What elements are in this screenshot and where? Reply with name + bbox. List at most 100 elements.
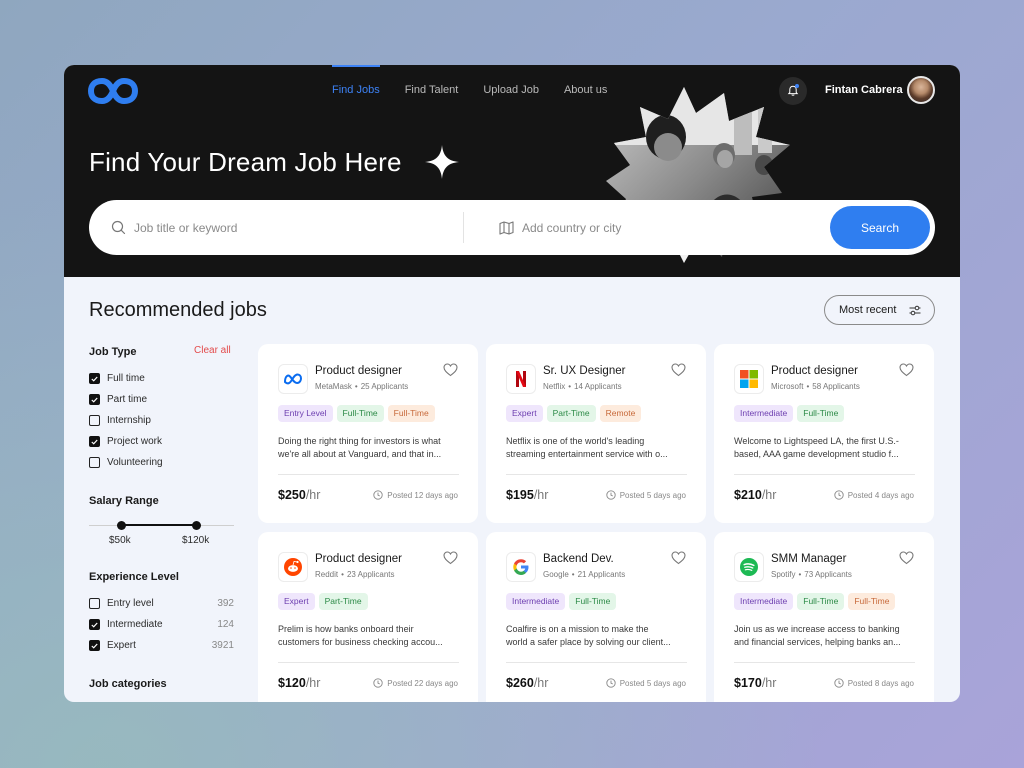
card-divider: [506, 474, 687, 475]
checkbox-unchecked[interactable]: [89, 457, 100, 468]
checkbox-checked[interactable]: [89, 394, 100, 405]
slider-max-handle[interactable]: [192, 521, 201, 530]
job-title[interactable]: Backend Dev.: [543, 553, 614, 565]
salary-range-slider[interactable]: $50k $120k: [89, 521, 234, 551]
job-rate: $260/hr: [506, 676, 549, 690]
filter-label: Internship: [107, 415, 151, 426]
company-logo: [734, 552, 764, 582]
salary-range-heading: Salary Range: [89, 495, 159, 507]
filter-entry-level[interactable]: Entry level 392: [89, 598, 234, 609]
job-card[interactable]: Product designer Microsoft • 58 Applicants…: [714, 344, 934, 523]
company-logo: [506, 552, 536, 582]
heart-icon[interactable]: [443, 363, 458, 377]
job-title[interactable]: Product designer: [771, 365, 858, 377]
experience-level-heading: Experience Level: [89, 571, 179, 583]
card-divider: [278, 662, 459, 663]
clock-icon: [373, 678, 383, 688]
job-description: Join us as we increase access to banking…: [734, 624, 901, 647]
applicants-count: 23 Applicants: [346, 570, 395, 579]
checkbox-unchecked[interactable]: [89, 415, 100, 426]
clear-all-link[interactable]: Clear all: [194, 345, 231, 356]
checkbox-checked[interactable]: [89, 373, 100, 384]
hero-header: Find Jobs Find Talent Upload Job About u…: [64, 65, 960, 277]
job-tags: Intermediate Full-Time Full-Time: [734, 593, 899, 610]
filter-expert[interactable]: Expert 3921: [89, 640, 234, 651]
job-description: Doing the right thing for investors is w…: [278, 436, 442, 459]
job-type-heading: Job Type: [89, 346, 137, 358]
nav-upload-job[interactable]: Upload Job: [483, 65, 539, 115]
heart-icon[interactable]: [899, 363, 914, 377]
filter-label: Part time: [107, 394, 148, 405]
heart-icon[interactable]: [671, 551, 686, 565]
tag-badge: Full-Time: [387, 405, 435, 422]
job-meta: Spotify • 73 Applicants: [771, 570, 852, 579]
job-title[interactable]: Product designer: [315, 553, 402, 565]
heart-icon[interactable]: [899, 551, 914, 565]
filter-label: Expert: [107, 640, 136, 651]
search-icon: [111, 220, 126, 235]
company-logo: [278, 364, 308, 394]
posted-time: Posted 5 days ago: [606, 490, 686, 500]
company-name: Google: [543, 570, 569, 579]
user-name[interactable]: Fintan Cabrera: [825, 84, 903, 96]
checkbox-checked[interactable]: [89, 640, 100, 651]
company-name: Netflix: [543, 382, 566, 391]
filter-label: Volunteering: [107, 457, 163, 468]
checkbox-checked[interactable]: [89, 436, 100, 447]
filter-sliders-icon: [909, 305, 921, 316]
job-title[interactable]: Product designer: [315, 365, 402, 377]
applicants-count: 21 Applicants: [577, 570, 626, 579]
main-nav: Find Jobs Find Talent Upload Job About u…: [332, 65, 632, 115]
checkbox-checked[interactable]: [89, 619, 100, 630]
company-logo: [506, 364, 536, 394]
job-card[interactable]: SMM Manager Spotify • 73 Applicants Interm…: [714, 532, 934, 702]
applicants-count: 73 Applicants: [804, 570, 852, 579]
google-logo-icon: [513, 559, 529, 575]
filter-full-time[interactable]: Full time: [89, 373, 234, 384]
sort-dropdown[interactable]: Most recent: [824, 295, 935, 325]
salary-max-label: $120k: [182, 535, 210, 546]
filter-project-work[interactable]: Project work: [89, 436, 234, 447]
job-card[interactable]: Product designer Reddit • 23 Applicants Ex…: [258, 532, 478, 702]
slider-range-fill: [121, 524, 196, 526]
reddit-logo-icon: [284, 558, 302, 576]
heart-icon[interactable]: [443, 551, 458, 565]
tag-badge: Intermediate: [734, 593, 794, 610]
tag-badge: Entry Level: [278, 405, 333, 422]
job-card[interactable]: Backend Dev. Google • 21 Applicants Interm…: [486, 532, 706, 702]
slider-min-handle[interactable]: [117, 521, 126, 530]
keyword-search-input[interactable]: Job title or keyword: [111, 200, 451, 255]
tag-badge: Full-Time: [797, 405, 845, 422]
location-search-input[interactable]: Add country or city: [499, 200, 799, 255]
job-description: Welcome to Lightspeed LA, the first U.S.…: [734, 436, 899, 459]
filter-part-time[interactable]: Part time: [89, 394, 234, 405]
infinity-logo-icon[interactable]: [88, 77, 138, 105]
heart-icon[interactable]: [671, 363, 686, 377]
search-button[interactable]: Search: [830, 206, 930, 249]
job-card[interactable]: Product designer MetaMask • 25 Applicants …: [258, 344, 478, 523]
nav-find-talent[interactable]: Find Talent: [405, 65, 459, 115]
job-tags: Expert Part-Time Remote: [506, 405, 645, 422]
applicants-count: 14 Applicants: [574, 382, 622, 391]
nav-find-jobs[interactable]: Find Jobs: [332, 65, 380, 115]
job-title[interactable]: Sr. UX Designer: [543, 365, 625, 377]
filter-volunteering[interactable]: Volunteering: [89, 457, 234, 468]
company-name: Microsoft: [771, 382, 804, 391]
avatar[interactable]: [907, 76, 935, 104]
sparkle-icon: [425, 145, 459, 179]
posted-time: Posted 4 days ago: [834, 490, 914, 500]
job-meta: Reddit • 23 Applicants: [315, 570, 395, 579]
checkbox-unchecked[interactable]: [89, 598, 100, 609]
job-meta: Netflix • 14 Applicants: [543, 382, 622, 391]
nav-about-us[interactable]: About us: [564, 65, 607, 115]
filter-intermediate[interactable]: Intermediate 124: [89, 619, 234, 630]
job-rate: $250/hr: [278, 488, 321, 502]
job-card[interactable]: Sr. UX Designer Netflix • 14 Applicants Ex…: [486, 344, 706, 523]
filter-internship[interactable]: Internship: [89, 415, 234, 426]
job-description: Coalfire is on a mission to make the worl…: [506, 624, 671, 647]
applicants-count: 58 Applicants: [812, 382, 860, 391]
company-logo: [278, 552, 308, 582]
filter-label: Intermediate: [107, 619, 163, 630]
map-icon: [499, 220, 514, 235]
job-title[interactable]: SMM Manager: [771, 553, 846, 565]
